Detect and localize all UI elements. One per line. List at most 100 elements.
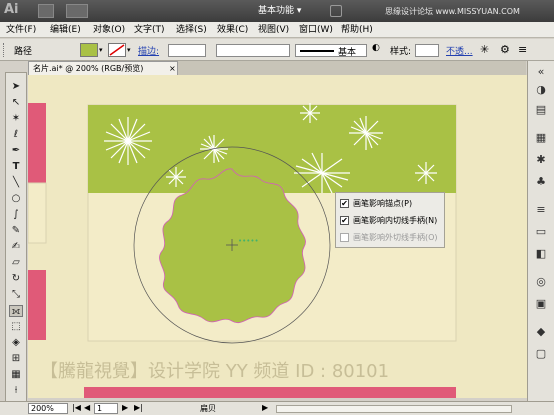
line-tool-icon[interactable]: ╲ — [9, 177, 23, 189]
card-cream-block — [28, 182, 47, 244]
smart-guide-label: ••••• — [238, 237, 259, 245]
selection-tool-icon[interactable]: ➤ — [9, 81, 23, 93]
blob-brush-tool-icon[interactable]: ✍ — [9, 241, 23, 253]
affect-anchor-checkbox[interactable]: ✔ — [340, 199, 349, 208]
menu-window[interactable]: 窗口(W) — [299, 22, 333, 38]
lasso-tool-icon[interactable]: ℓ — [9, 129, 23, 141]
width-tool-icon[interactable]: ⟗ — [9, 305, 23, 317]
free-transform-tool-icon[interactable]: ⬚ — [9, 321, 23, 333]
menu-bar: 文件(F) 编辑(E) 对象(O) 文字(T) 选择(S) 效果(C) 视图(V… — [0, 22, 554, 38]
first-page-icon[interactable]: |◀ — [72, 403, 81, 412]
gradient-tool-icon[interactable]: ▦ — [9, 369, 23, 381]
symbols-panel-icon[interactable]: ♣ — [533, 175, 549, 189]
collapse-panels-icon[interactable]: « — [533, 65, 549, 79]
recolor-artwork-icon[interactable]: ✳ — [480, 43, 489, 56]
menu-object[interactable]: 对象(O) — [93, 22, 125, 38]
pen-tool-icon[interactable]: ✒ — [9, 145, 23, 157]
isolate-icon[interactable]: ⚙ — [500, 43, 510, 56]
card-green-header — [88, 105, 456, 193]
page-number[interactable]: 1 — [94, 403, 118, 414]
card-pink-block — [28, 103, 46, 183]
card-pink-block — [84, 387, 456, 398]
chevron-down-icon: ▾ — [296, 6, 302, 16]
brush-affect-options: ✔ 画笔影响锚点(P) ✔ 画笔影响内切线手柄(N) 画笔影响外切线手柄(O) — [335, 192, 445, 248]
graphic-style-dropdown[interactable] — [415, 44, 439, 57]
eyedropper-tool-icon[interactable]: ⍿ — [9, 385, 23, 397]
workspace-label: 基本功能 — [258, 6, 295, 16]
artboards-panel-icon[interactable]: ▢ — [533, 347, 549, 361]
search-icon[interactable] — [330, 5, 342, 17]
zoom-level[interactable]: 200% — [28, 403, 68, 414]
grip-icon[interactable] — [3, 43, 6, 57]
mesh-tool-icon[interactable]: ⊞ — [9, 353, 23, 365]
brush-options-icon[interactable]: ◐ — [372, 43, 384, 57]
menu-help[interactable]: 帮助(H) — [341, 22, 373, 38]
app-logo: Ai — [4, 2, 19, 17]
brush-definition[interactable]: 基本 — [295, 44, 367, 58]
color-panel-icon[interactable]: ◑ — [533, 83, 549, 97]
menu-edit[interactable]: 编辑(E) — [50, 22, 81, 38]
horizontal-scrollbar[interactable] — [276, 405, 512, 413]
shape-builder-tool-icon[interactable]: ◈ — [9, 337, 23, 349]
brushes-panel-icon[interactable]: ✱ — [533, 153, 549, 167]
status-mode[interactable]: 扁贝 — [200, 403, 216, 414]
arrange-documents-icon[interactable] — [66, 4, 88, 18]
type-tool-icon[interactable]: T — [9, 161, 23, 173]
layers-panel-icon[interactable]: ◆ — [533, 325, 549, 339]
artboard-canvas[interactable]: ••••• 【騰龍視覺】设计学院 YY 频道 ID : 80101 — [28, 75, 527, 398]
fill-color-swatch[interactable] — [80, 43, 98, 57]
menu-file[interactable]: 文件(F) — [6, 22, 36, 38]
stroke-panel-link[interactable]: 描边: — [138, 44, 159, 57]
style-label: 样式: — [390, 47, 412, 57]
transparency-panel-icon[interactable]: ◧ — [533, 247, 549, 261]
graphic-styles-icon[interactable]: ▣ — [533, 297, 549, 311]
workspace-switcher[interactable]: 基本功能 ▾ — [258, 4, 320, 18]
brush-stroke-preview — [300, 50, 334, 52]
bridge-icon[interactable] — [38, 4, 54, 18]
menu-effect[interactable]: 效果(C) — [217, 22, 248, 38]
menu-type[interactable]: 文字(T) — [134, 22, 165, 38]
eraser-tool-icon[interactable]: ▱ — [9, 257, 23, 269]
affect-in-handle-label[interactable]: 画笔影响内切线手柄(N) — [353, 215, 437, 226]
prev-page-icon[interactable]: ◀ — [84, 403, 90, 412]
paintbrush-tool-icon[interactable]: ∫ — [9, 209, 23, 221]
menu-view[interactable]: 视图(V) — [258, 22, 289, 38]
swatches-panel-icon[interactable]: ▦ — [533, 131, 549, 145]
status-bar: 200% |◀ ◀ 1 ▶ ▶| 扁贝 ▶ — [0, 401, 554, 415]
panel-dock: « ◑ ▤ ▦ ✱ ♣ ≡ ▭ ◧ ◎ ▣ ◆ ▢ — [527, 61, 554, 403]
panel-menu-icon[interactable]: ≡ — [518, 43, 527, 56]
chevron-down-icon[interactable]: ▾ — [127, 46, 131, 54]
color-guide-icon[interactable]: ▤ — [533, 103, 549, 117]
last-page-icon[interactable]: ▶| — [134, 403, 143, 412]
scale-tool-icon[interactable]: ⤡ — [9, 289, 23, 301]
stroke-panel-icon[interactable]: ≡ — [533, 203, 549, 217]
next-page-icon[interactable]: ▶ — [122, 403, 128, 412]
document-tab[interactable]: 名片.ai* @ 200% (RGB/预览) × — [28, 61, 178, 75]
selection-type-label: 路径 — [14, 47, 33, 57]
rotate-tool-icon[interactable]: ↻ — [9, 273, 23, 285]
chevron-down-icon[interactable]: ▾ — [99, 46, 103, 54]
appearance-panel-icon[interactable]: ◎ — [533, 275, 549, 289]
variable-width-profile[interactable] — [216, 44, 290, 57]
magic-wand-tool-icon[interactable]: ✶ — [9, 113, 23, 125]
close-icon[interactable]: × — [169, 62, 176, 75]
affect-out-handle-checkbox[interactable] — [340, 233, 349, 242]
affect-anchor-label[interactable]: 画笔影响锚点(P) — [353, 198, 412, 209]
control-bar: 路径 ▾ ▾ 描边: 基本 ◐ 样式: 不透... ✳ ⚙ ≡ — [0, 39, 554, 61]
direct-selection-tool-icon[interactable]: ↖ — [9, 97, 23, 109]
stroke-color-swatch[interactable] — [108, 43, 126, 57]
pencil-tool-icon[interactable]: ✎ — [9, 225, 23, 237]
play-icon[interactable]: ▶ — [262, 403, 268, 412]
affect-out-handle-label[interactable]: 画笔影响外切线手柄(O) — [353, 232, 438, 243]
ellipse-tool-icon[interactable]: ○ — [9, 193, 23, 205]
menu-select[interactable]: 选择(S) — [176, 22, 207, 38]
affect-in-handle-checkbox[interactable]: ✔ — [340, 216, 349, 225]
document-title: 名片.ai* @ 200% (RGB/预览) — [33, 64, 144, 73]
stroke-weight-input[interactable] — [168, 44, 206, 57]
site-watermark: 思缘设计论坛 www.MISSYUAN.COM — [385, 7, 520, 16]
canvas-artwork: ••••• — [28, 103, 457, 398]
no-stroke-icon — [109, 44, 125, 56]
title-bar: Ai 基本功能 ▾ 思缘设计论坛 www.MISSYUAN.COM — [0, 0, 554, 22]
gradient-panel-icon[interactable]: ▭ — [533, 225, 549, 239]
opacity-link[interactable]: 不透... — [446, 44, 473, 57]
